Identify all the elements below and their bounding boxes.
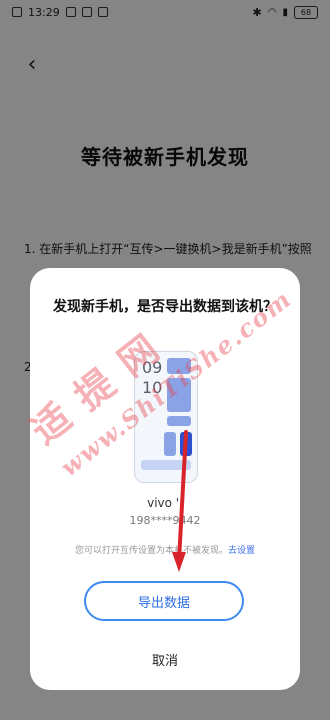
hint-text: 您可以打开互传设置为本机不被发现。去设置 bbox=[30, 543, 300, 556]
phone-clock-minute: 10 bbox=[142, 378, 163, 397]
dialog-title: 发现新手机，是否导出数据到该机？ bbox=[53, 299, 277, 315]
discover-dialog: 发现新手机，是否导出数据到该机？ 09 10 vivo ', 198****94… bbox=[30, 268, 300, 690]
phone-tile bbox=[167, 416, 191, 426]
export-data-button[interactable]: 导出数据 bbox=[84, 581, 244, 621]
phone-tile bbox=[164, 432, 176, 456]
phone-tile bbox=[167, 378, 191, 412]
phone-tile bbox=[180, 432, 192, 456]
cancel-button[interactable]: 取消 bbox=[115, 646, 215, 672]
phone-preview: 09 10 bbox=[134, 351, 198, 483]
settings-link[interactable]: 去设置 bbox=[228, 546, 255, 556]
phone-clock: 09 10 bbox=[142, 358, 162, 398]
screen: 13:29 ✱ ◠ ▮ 68 ‹ 等待被新手机发现 1. 在新手机上打开“互传>… bbox=[0, 0, 330, 720]
phone-tile bbox=[141, 460, 191, 470]
device-id: 198****9442 bbox=[129, 514, 201, 527]
device-name: vivo ', bbox=[147, 496, 183, 510]
hint-message: 您可以打开互传设置为本机不被发现。 bbox=[74, 546, 228, 556]
phone-tile bbox=[167, 358, 191, 374]
phone-clock-hour: 09 bbox=[142, 358, 163, 377]
